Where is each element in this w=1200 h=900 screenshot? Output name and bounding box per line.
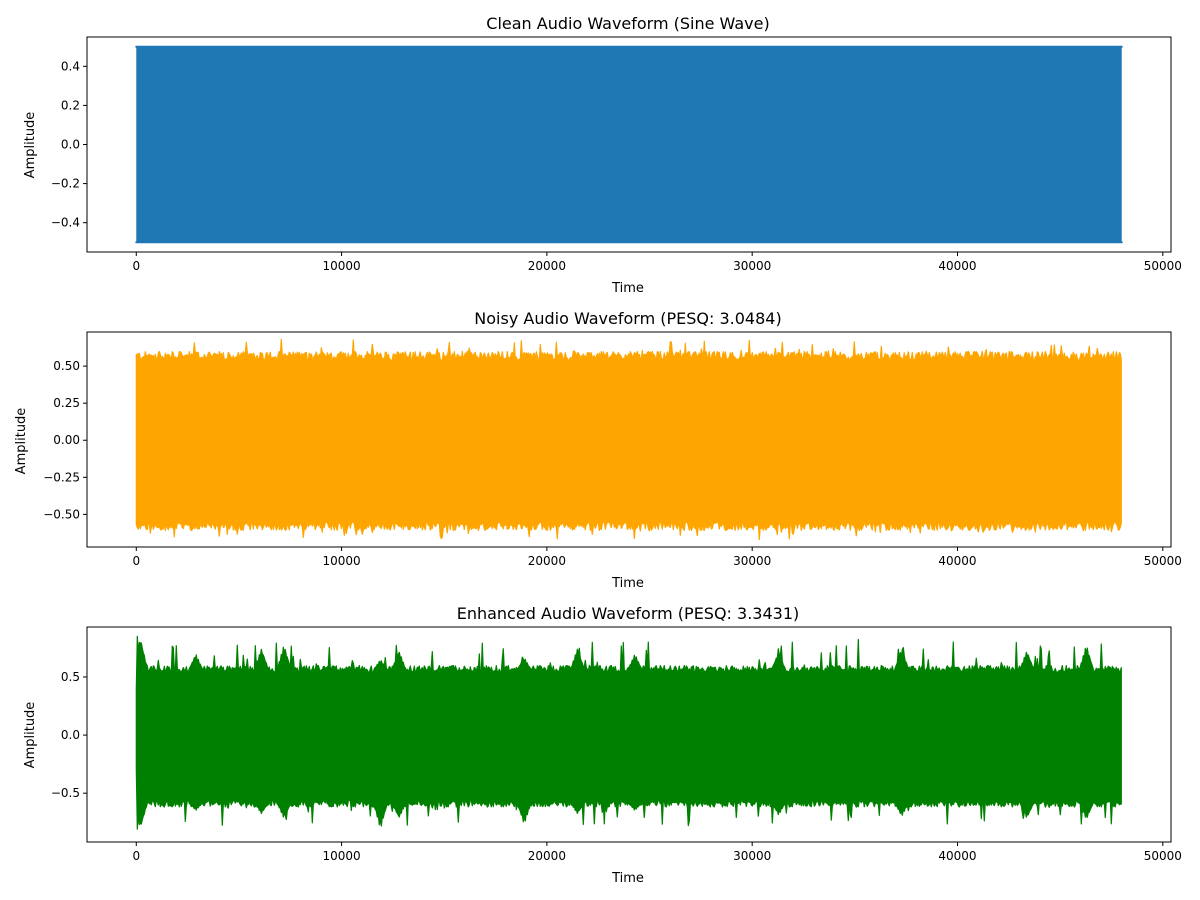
- x-tick-label: 40000: [938, 849, 976, 863]
- plot-area: [135, 45, 1123, 244]
- x-tick-label: 10000: [322, 849, 360, 863]
- y-axis-label: Amplitude: [23, 702, 38, 769]
- x-axis-label: Time: [611, 576, 644, 591]
- x-tick-label: 50000: [1144, 849, 1182, 863]
- x-tick-label: 30000: [733, 554, 771, 568]
- x-tick-label: 30000: [733, 259, 771, 273]
- y-tick-label: 0.00: [53, 433, 80, 447]
- plot-area: [135, 338, 1122, 541]
- y-axis-label: Amplitude: [14, 408, 29, 475]
- x-tick-label: 50000: [1144, 259, 1182, 273]
- x-tick-label: 40000: [938, 554, 976, 568]
- x-tick-label: 40000: [938, 259, 976, 273]
- x-tick-label: 50000: [1144, 554, 1182, 568]
- enhanced-waveform-panel: Enhanced Audio Waveform (PESQ: 3.3431) A…: [23, 604, 1182, 886]
- y-tick-label: 0.4: [61, 59, 80, 73]
- x-tick-label: 10000: [322, 554, 360, 568]
- x-tick-label: 30000: [733, 849, 771, 863]
- x-axis-label: Time: [611, 871, 644, 886]
- chart-title: Noisy Audio Waveform (PESQ: 3.0484): [474, 309, 781, 328]
- noisy-waveform-panel: Noisy Audio Waveform (PESQ: 3.0484) Ampl…: [14, 309, 1182, 591]
- x-axis-label: Time: [611, 281, 644, 296]
- waveform-band: [136, 46, 1122, 243]
- x-tick-label: 20000: [528, 849, 566, 863]
- y-tick-label: 0.5: [61, 670, 80, 684]
- x-tick-label: 0: [132, 259, 140, 273]
- y-axis-label: Amplitude: [23, 112, 38, 179]
- x-tick-label: 20000: [528, 554, 566, 568]
- y-tick-label: 0.2: [61, 98, 80, 112]
- x-tick-label: 20000: [528, 259, 566, 273]
- clean-waveform-panel: Clean Audio Waveform (Sine Wave) Amplitu…: [23, 14, 1182, 296]
- y-tick-label: 0.0: [61, 138, 80, 152]
- x-tick-label: 0: [132, 554, 140, 568]
- chart-title: Enhanced Audio Waveform (PESQ: 3.3431): [457, 604, 800, 623]
- chart-title: Clean Audio Waveform (Sine Wave): [486, 14, 769, 33]
- y-tick-label: 0.0: [61, 728, 80, 742]
- y-tick-label: −0.5: [51, 786, 80, 800]
- waveform-band: [135, 635, 1122, 830]
- x-tick-label: 0: [132, 849, 140, 863]
- y-tick-label: 0.25: [53, 396, 80, 410]
- y-tick-label: −0.50: [43, 507, 80, 521]
- x-tick-label: 10000: [322, 259, 360, 273]
- plot-area: [135, 635, 1122, 830]
- y-tick-label: −0.2: [51, 177, 80, 191]
- figure: Clean Audio Waveform (Sine Wave) Amplitu…: [14, 14, 1182, 886]
- y-tick-label: 0.50: [53, 359, 80, 373]
- y-tick-label: −0.4: [51, 216, 80, 230]
- y-tick-label: −0.25: [43, 470, 80, 484]
- waveform-band: [135, 338, 1122, 541]
